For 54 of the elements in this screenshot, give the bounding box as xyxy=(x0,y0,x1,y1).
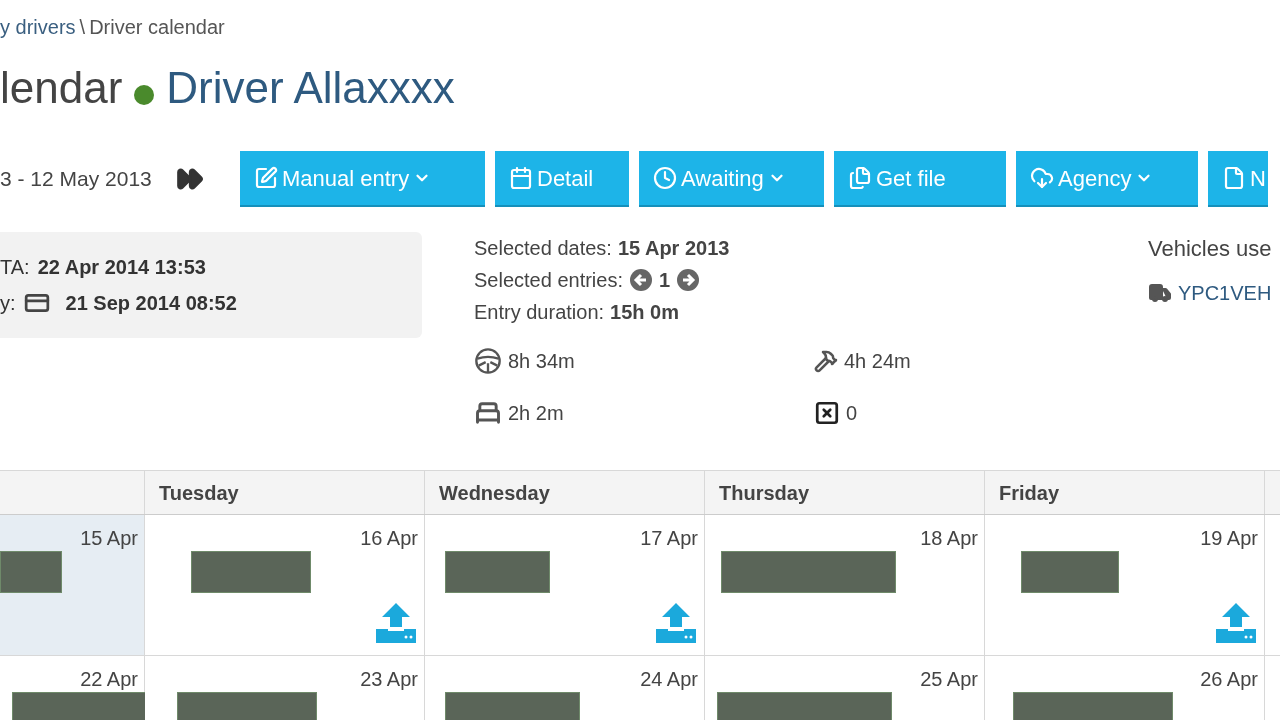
selected-dates-label: Selected dates: xyxy=(474,236,612,261)
selected-entries-value: 1 xyxy=(659,268,671,293)
vehicle-link[interactable]: YPC1VEH xyxy=(1178,278,1272,308)
total-value: 4h 24m xyxy=(844,349,911,374)
entry-duration-value: 15h 0m xyxy=(610,300,679,325)
selected-entries-label: Selected entries: xyxy=(474,268,623,293)
calendar-icon xyxy=(509,166,533,190)
bed-icon xyxy=(474,399,502,427)
date-range: 3 - 12 May 2013 xyxy=(0,166,153,193)
selected-dates-value: 15 Apr 2013 xyxy=(617,236,730,261)
breadcrumb-current: Driver calendar xyxy=(89,15,225,40)
entry-duration-label: Entry duration: xyxy=(474,300,605,325)
files-icon xyxy=(848,166,872,190)
x-box-icon xyxy=(814,400,840,426)
day-date: 18 Apr xyxy=(920,526,978,551)
cloud-download-icon xyxy=(1030,166,1054,190)
fast-forward-icon[interactable] xyxy=(176,165,204,193)
calendar-day-cell[interactable]: 23 Apr xyxy=(145,656,425,720)
total-value: 0 xyxy=(846,401,858,426)
truck-icon xyxy=(1148,281,1172,305)
activity-bar xyxy=(0,551,62,593)
day-date: 16 Apr xyxy=(360,526,418,551)
upload-icon[interactable] xyxy=(374,601,418,643)
card-info-value: 21 Sep 2014 08:52 xyxy=(65,291,237,316)
total-value: 2h 2m xyxy=(508,401,564,426)
file-icon xyxy=(1222,166,1246,190)
day-date: 15 Apr xyxy=(80,526,138,551)
day-date: 19 Apr xyxy=(1200,526,1258,551)
pencil-icon xyxy=(254,166,278,190)
calendar-day-cell[interactable]: 15 Apr xyxy=(0,515,145,655)
card-info-label: TA: xyxy=(0,255,30,280)
day-date: 24 Apr xyxy=(640,667,698,692)
day-header: Friday xyxy=(999,480,1060,506)
hammer-icon xyxy=(814,349,838,373)
upload-icon[interactable] xyxy=(1214,601,1258,643)
breadcrumb-link[interactable]: y drivers xyxy=(0,12,76,42)
breadcrumb-separator: \ xyxy=(79,15,86,40)
day-header: Wednesday xyxy=(439,480,550,506)
clock-icon xyxy=(653,166,677,190)
day-date: 26 Apr xyxy=(1200,667,1258,692)
steering-wheel-icon xyxy=(474,347,502,375)
upload-icon[interactable] xyxy=(654,601,698,643)
page-title: lendar xyxy=(0,62,123,114)
day-date: 22 Apr xyxy=(80,667,138,692)
vehicles-heading: Vehicles use xyxy=(1148,235,1272,262)
day-header: Thursday xyxy=(719,480,810,506)
day-date: 23 Apr xyxy=(360,667,418,692)
card-info-value: 22 Apr 2014 13:53 xyxy=(37,255,206,280)
day-date: 17 Apr xyxy=(640,526,698,551)
driver-name: Driver Allaxxxx xyxy=(166,62,455,114)
total-value: 8h 34m xyxy=(508,349,575,374)
day-date: 25 Apr xyxy=(920,667,978,692)
card-info-label: y: xyxy=(0,291,16,316)
day-header: Tuesday xyxy=(159,480,239,506)
